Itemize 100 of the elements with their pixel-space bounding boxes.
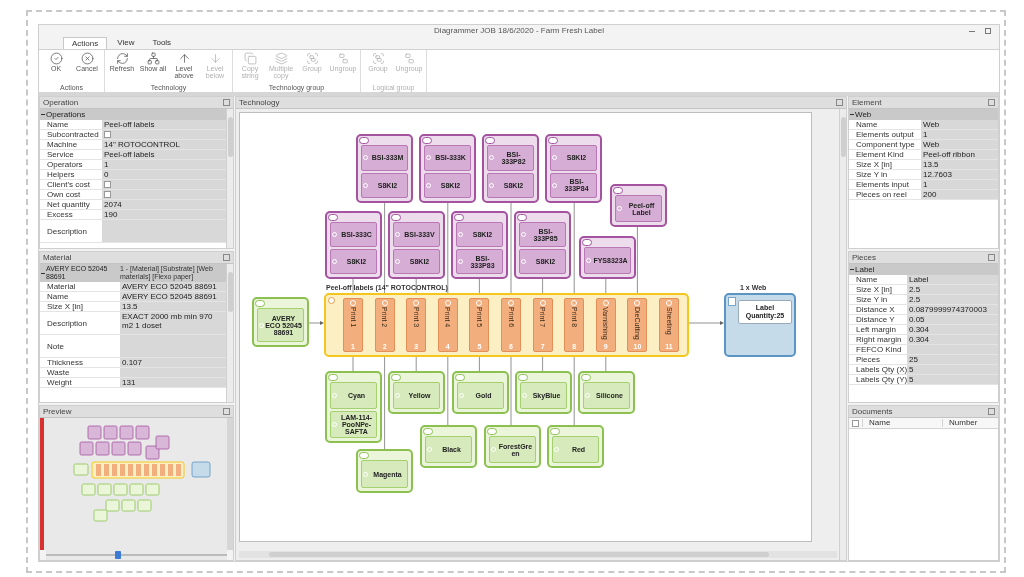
pin-icon[interactable] bbox=[988, 254, 995, 261]
node-icon bbox=[454, 214, 464, 221]
property-value[interactable]: 0 bbox=[102, 170, 226, 179]
panel-title: Technology bbox=[239, 98, 280, 107]
ungroup-icon bbox=[336, 52, 350, 65]
panel-title: Documents bbox=[852, 407, 893, 416]
refresh-icon bbox=[115, 52, 129, 65]
property-value[interactable]: 131 bbox=[120, 378, 226, 387]
ribbon-tab[interactable]: Actions bbox=[63, 37, 108, 49]
checkbox[interactable] bbox=[104, 181, 111, 188]
node-icon bbox=[581, 374, 591, 381]
panel-title: Pieces bbox=[852, 253, 876, 262]
property-value[interactable]: 25 bbox=[907, 355, 998, 364]
node-icon bbox=[518, 374, 528, 381]
scrollbar[interactable] bbox=[226, 264, 233, 402]
zoom-slider[interactable] bbox=[46, 550, 227, 560]
group-row[interactable]: Web bbox=[849, 109, 998, 120]
property-value[interactable]: 14" ROTOCONTROL bbox=[102, 140, 226, 149]
node-icon bbox=[550, 428, 560, 435]
node-icon bbox=[548, 137, 558, 144]
property-value[interactable]: 0.107 bbox=[120, 358, 226, 367]
scrollbar[interactable] bbox=[239, 551, 837, 558]
property-value[interactable]: 0.304 bbox=[907, 335, 998, 344]
node-icon bbox=[728, 297, 736, 306]
pin-icon[interactable] bbox=[223, 254, 230, 261]
ribbon-tab[interactable]: View bbox=[109, 37, 143, 49]
node-icon bbox=[485, 137, 495, 144]
scrollbar[interactable] bbox=[226, 109, 233, 248]
property-value[interactable] bbox=[102, 180, 226, 189]
checkbox[interactable] bbox=[104, 131, 111, 138]
connector-arrow bbox=[688, 321, 724, 325]
property-value[interactable]: 190 bbox=[102, 210, 226, 219]
property-value[interactable]: Peel-off labels bbox=[102, 150, 226, 159]
group-icon bbox=[305, 52, 319, 65]
property-value[interactable]: Peel-off ribbon bbox=[921, 150, 998, 159]
property-value[interactable]: 5 bbox=[907, 375, 998, 384]
property-value[interactable]: 1 bbox=[921, 130, 998, 139]
group-row[interactable]: Operations bbox=[40, 109, 226, 120]
restore-icon[interactable] bbox=[985, 28, 991, 34]
copy-icon bbox=[243, 52, 257, 65]
checkbox[interactable] bbox=[852, 419, 859, 427]
property-value[interactable] bbox=[102, 190, 226, 199]
property-value[interactable]: 2074 bbox=[102, 200, 226, 209]
property-value[interactable]: AVERY ECO 52045 88691 bbox=[120, 292, 226, 301]
property-value[interactable]: 0.0879999974370003 bbox=[907, 305, 998, 314]
node-icon bbox=[391, 214, 401, 221]
property-value[interactable]: 2.5 bbox=[907, 285, 998, 294]
property-value[interactable]: AVERY ECO 52045 88691 bbox=[120, 282, 226, 291]
group-row[interactable]: Label bbox=[849, 264, 998, 275]
property-value[interactable]: 12.7603 bbox=[921, 170, 998, 179]
property-value[interactable]: 2.5 bbox=[907, 295, 998, 304]
panel-title: Element bbox=[852, 98, 882, 107]
arrow-up-icon bbox=[177, 52, 191, 65]
property-value[interactable]: 200 bbox=[921, 190, 998, 199]
check-circle-icon bbox=[49, 52, 63, 65]
property-value[interactable]: Peel-off labels bbox=[102, 120, 226, 129]
group-label: Web bbox=[855, 110, 872, 119]
pin-icon[interactable] bbox=[223, 99, 230, 106]
column-header[interactable]: Name bbox=[862, 419, 942, 427]
property-value[interactable]: 1 bbox=[102, 160, 226, 169]
group-label: Operations bbox=[46, 110, 86, 119]
window-title: Diagrammer JOB 18/6/2020 - Farm Fresh Label bbox=[434, 27, 604, 35]
connector-arrow bbox=[308, 321, 324, 325]
node-icon bbox=[455, 374, 465, 381]
pin-icon[interactable] bbox=[223, 408, 230, 415]
column-header[interactable]: Number bbox=[942, 419, 998, 427]
node-icon bbox=[328, 297, 335, 304]
property-value[interactable]: EXACT 2000 mb min 970 m2 1 doset bbox=[120, 312, 226, 334]
ribbon-tab[interactable]: Tools bbox=[144, 37, 180, 49]
pin-icon[interactable] bbox=[988, 99, 995, 106]
node-icon bbox=[359, 137, 369, 144]
property-value[interactable]: 13.5 bbox=[921, 160, 998, 169]
node-icon bbox=[613, 187, 623, 194]
node-icon bbox=[517, 214, 527, 221]
property-value[interactable]: Web bbox=[921, 140, 998, 149]
ungroup-icon bbox=[402, 52, 416, 65]
checkbox[interactable] bbox=[104, 191, 111, 198]
pin-icon[interactable] bbox=[988, 408, 995, 415]
pin-icon[interactable] bbox=[836, 99, 843, 106]
property-value[interactable]: Label bbox=[907, 275, 998, 284]
node-icon bbox=[487, 428, 497, 435]
slider-thumb[interactable] bbox=[115, 551, 122, 559]
node-icon bbox=[359, 452, 369, 459]
property-value[interactable]: 1 bbox=[921, 180, 998, 189]
panel-title: Operation bbox=[43, 98, 79, 107]
nodes-icon bbox=[146, 52, 160, 65]
node-icon bbox=[391, 374, 401, 381]
panel-title: Preview bbox=[43, 407, 72, 416]
property-value[interactable]: 0.304 bbox=[907, 325, 998, 334]
node-icon bbox=[328, 374, 338, 381]
property-value[interactable]: Web bbox=[921, 120, 998, 129]
property-value[interactable]: 0.05 bbox=[907, 315, 998, 324]
property-value[interactable]: 5 bbox=[907, 365, 998, 374]
property-value[interactable] bbox=[102, 130, 226, 139]
arrow-down-icon bbox=[208, 52, 222, 65]
node-icon bbox=[422, 137, 432, 144]
property-value[interactable]: 13.5 bbox=[120, 302, 226, 311]
scrollbar[interactable] bbox=[839, 109, 846, 560]
x-circle-icon bbox=[80, 52, 94, 65]
node-icon bbox=[328, 214, 338, 221]
